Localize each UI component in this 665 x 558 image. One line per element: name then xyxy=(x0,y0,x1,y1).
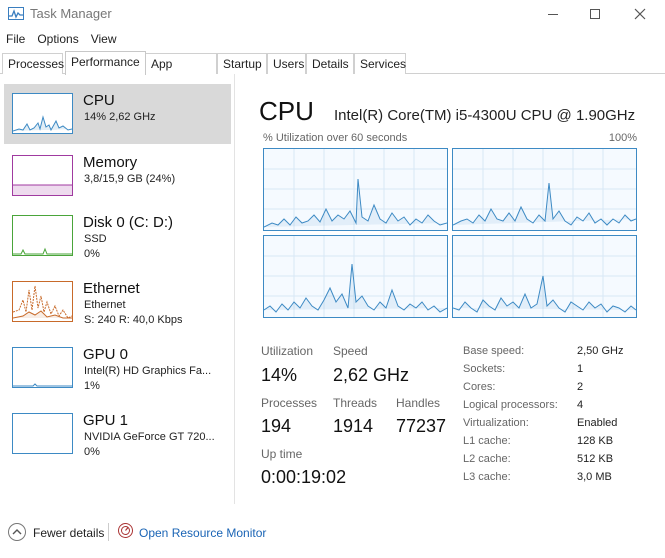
logical-processors-value: 4 xyxy=(577,399,584,411)
maximize-icon xyxy=(590,9,600,19)
menu-bar: File Options View xyxy=(0,30,123,48)
sidebar-item-ethernet-title: Ethernet xyxy=(83,280,140,297)
task-manager-icon xyxy=(8,7,24,20)
tab-strip: Processes Performance App history Startu… xyxy=(0,51,665,91)
sidebar-item-gpu0-usage: 1% xyxy=(84,380,100,392)
processes-label: Processes xyxy=(261,396,318,410)
sidebar-item-disk[interactable]: Disk 0 (C: D:) SSD 0% xyxy=(4,206,231,266)
window-title: Task Manager xyxy=(30,6,112,21)
cpu-core-graph-4 xyxy=(452,235,637,318)
menu-view[interactable]: View xyxy=(85,30,123,48)
tab-users[interactable]: Users xyxy=(267,53,306,74)
cpu-core-graph-2 xyxy=(452,148,637,231)
sidebar-item-ethernet[interactable]: Ethernet Ethernet S: 240 R: 40,0 Kbps xyxy=(4,272,231,332)
cpu-core-graph-3 xyxy=(263,235,448,318)
handles-label: Handles xyxy=(396,396,441,410)
maximize-button[interactable] xyxy=(572,0,618,28)
utilization-value: 14% xyxy=(261,365,298,385)
sidebar-item-gpu0-model: Intel(R) HD Graphics Fa... xyxy=(84,365,212,377)
handles-value: 77237 xyxy=(396,416,447,436)
l1-cache-value: 128 KB xyxy=(577,435,614,447)
sidebar-item-gpu1-model: NVIDIA GeForce GT 720... xyxy=(84,431,215,443)
tab-performance[interactable]: Performance xyxy=(65,51,146,75)
sidebar-item-ethernet-rate: S: 240 R: 40,0 Kbps xyxy=(84,314,183,326)
sockets-label: Sockets: xyxy=(463,363,506,375)
minimize-icon xyxy=(548,13,558,15)
menu-file[interactable]: File xyxy=(0,30,31,48)
uptime-value: 0:00:19:02 xyxy=(261,467,347,487)
speed-label: Speed xyxy=(333,344,368,358)
page-title: CPU xyxy=(259,96,314,126)
sidebar-item-cpu[interactable]: CPU 14% 2,62 GHz xyxy=(4,84,231,144)
tab-services[interactable]: Services xyxy=(354,53,406,74)
minimize-button[interactable] xyxy=(530,0,576,28)
virtualization-label: Virtualization: xyxy=(463,417,529,429)
sidebar-item-memory[interactable]: Memory 3,8/15,9 GB (24%) xyxy=(4,146,231,206)
graph-max-label: 100% xyxy=(608,132,637,144)
sidebar-item-cpu-title: CPU xyxy=(83,92,115,109)
sidebar-item-gpu0[interactable]: GPU 0 Intel(R) HD Graphics Fa... 1% xyxy=(4,338,231,398)
logical-processors-label: Logical processors: xyxy=(463,399,558,411)
l1-cache-label: L1 cache: xyxy=(463,435,511,447)
open-resource-monitor-link[interactable]: Open Resource Monitor xyxy=(139,526,266,540)
l3-cache-label: L3 cache: xyxy=(463,471,511,483)
cores-label: Cores: xyxy=(463,381,496,393)
threads-label: Threads xyxy=(333,396,378,410)
sidebar-item-disk-type: SSD xyxy=(84,233,107,245)
l2-cache-label: L2 cache: xyxy=(463,453,511,465)
base-speed-label: Base speed: xyxy=(463,345,525,357)
processes-value: 194 xyxy=(261,416,292,436)
base-speed-value: 2,50 GHz xyxy=(577,345,624,357)
sidebar-item-disk-title: Disk 0 (C: D:) xyxy=(83,214,173,231)
cpu-model-name: Intel(R) Core(TM) i5-4300U CPU @ 1.90GHz xyxy=(334,107,636,124)
close-button[interactable] xyxy=(617,0,663,28)
performance-view: CPU 14% 2,62 GHz Memory 3,8/15,9 GB (24%… xyxy=(0,74,665,514)
graph-label: % Utilization over 60 seconds xyxy=(263,132,408,144)
resource-sidebar: CPU 14% 2,62 GHz Memory 3,8/15,9 GB (24%… xyxy=(0,74,235,504)
tab-app-history[interactable]: App history xyxy=(145,53,217,91)
memory-thumbnail xyxy=(12,155,73,196)
gpu1-thumbnail xyxy=(12,413,73,454)
ethernet-thumbnail xyxy=(12,281,73,322)
tab-processes[interactable]: Processes xyxy=(2,53,64,74)
l3-cache-value: 3,0 MB xyxy=(577,471,612,483)
sidebar-item-gpu1-title: GPU 1 xyxy=(83,412,129,429)
sidebar-item-cpu-sub: 14% 2,62 GHz xyxy=(84,111,156,123)
speed-value: 2,62 GHz xyxy=(333,365,410,385)
gpu0-thumbnail xyxy=(12,347,73,388)
sidebar-item-gpu1-usage: 0% xyxy=(84,446,100,458)
disk-thumbnail xyxy=(12,215,73,256)
sidebar-item-ethernet-adapter: Ethernet xyxy=(84,299,126,311)
cores-value: 2 xyxy=(577,381,584,393)
menu-options[interactable]: Options xyxy=(31,30,84,48)
uptime-label: Up time xyxy=(261,447,303,461)
l2-cache-value: 512 KB xyxy=(577,453,614,465)
sidebar-item-memory-title: Memory xyxy=(83,154,138,171)
tab-startup[interactable]: Startup xyxy=(217,53,267,74)
virtualization-value: Enabled xyxy=(577,417,618,429)
footer-bar: Fewer details Open Resource Monitor xyxy=(0,514,665,558)
fewer-details-button[interactable]: Fewer details xyxy=(33,526,104,540)
resource-monitor-icon[interactable] xyxy=(118,523,133,538)
sidebar-item-gpu1[interactable]: GPU 1 NVIDIA GeForce GT 720... 0% xyxy=(4,404,231,464)
sidebar-item-disk-usage: 0% xyxy=(84,248,100,260)
utilization-label: Utilization xyxy=(261,344,314,358)
close-icon xyxy=(634,8,646,20)
cpu-thumbnail xyxy=(12,93,73,134)
threads-value: 1914 xyxy=(333,416,374,436)
cpu-detail-panel: CPU Intel(R) Core(TM) i5-4300U CPU @ 1.9… xyxy=(236,74,665,514)
sidebar-item-gpu0-title: GPU 0 xyxy=(83,346,129,363)
tab-details[interactable]: Details xyxy=(306,53,354,74)
footer-divider xyxy=(108,523,109,541)
sockets-value: 1 xyxy=(577,363,584,375)
cpu-core-graph-1 xyxy=(263,148,448,231)
chevron-up-icon[interactable] xyxy=(8,523,26,541)
title-bar: Task Manager xyxy=(0,0,665,28)
sidebar-item-memory-sub: 3,8/15,9 GB (24%) xyxy=(84,173,176,185)
